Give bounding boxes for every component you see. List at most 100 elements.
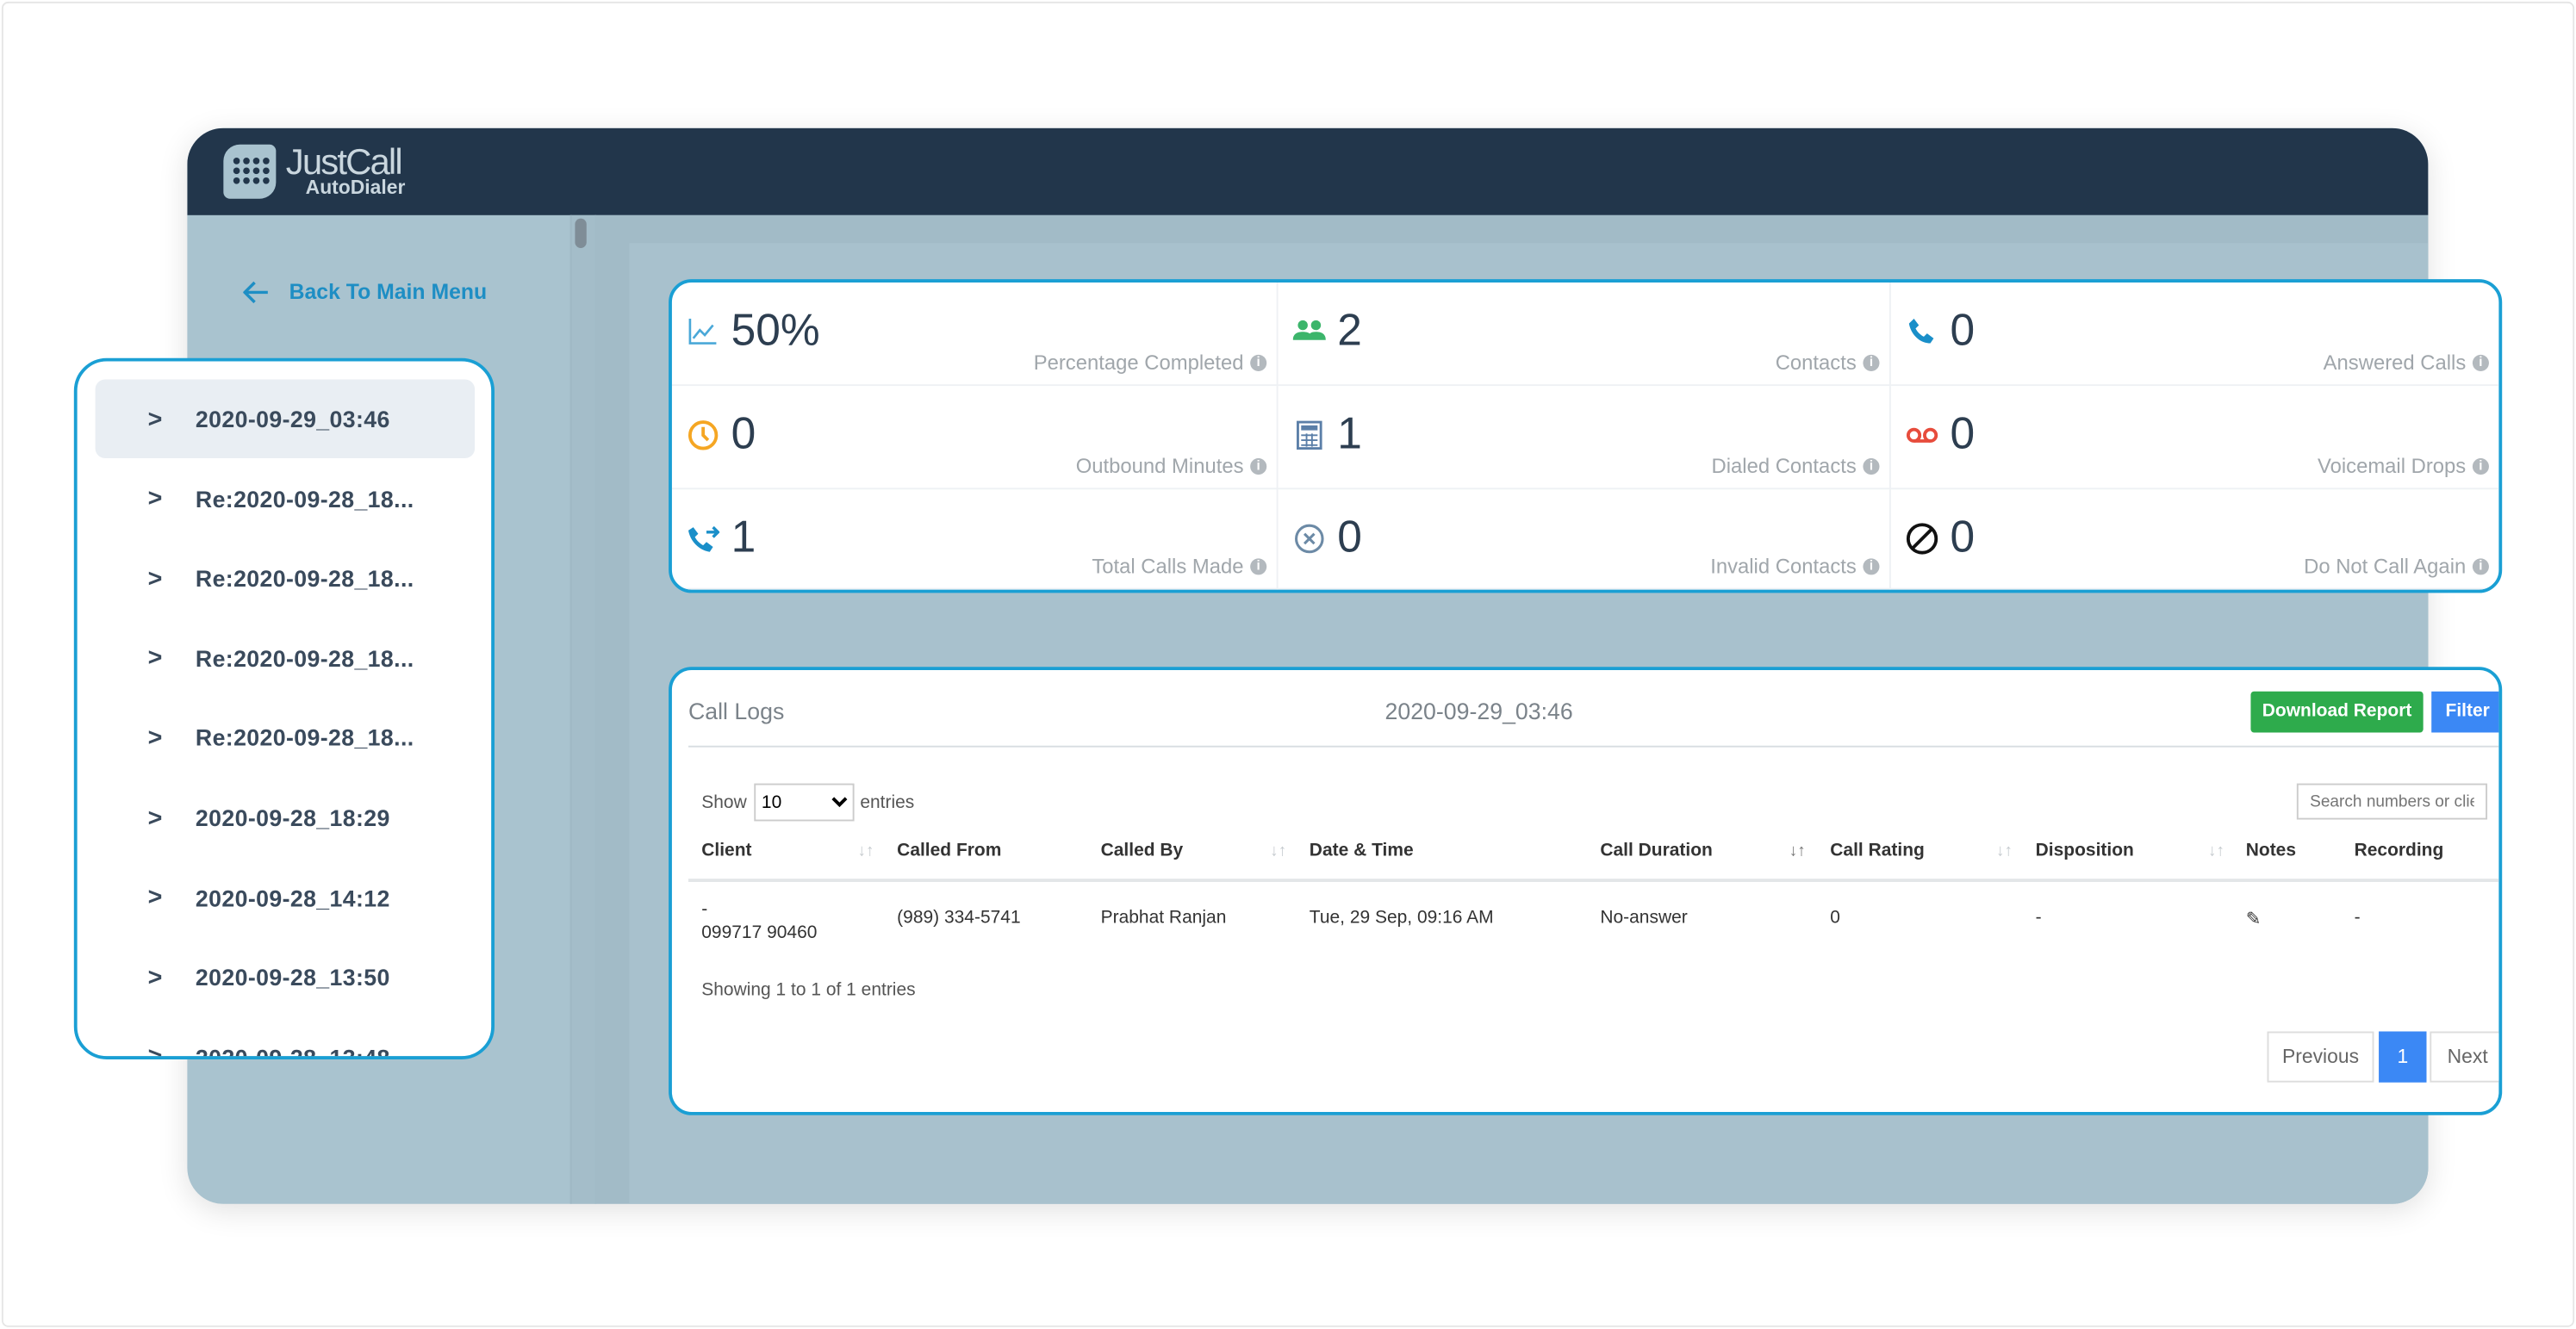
campaign-list-item[interactable]: >2020-09-28_18:29 — [96, 779, 475, 858]
sidebar-scrollbar[interactable] — [575, 218, 587, 248]
chevron-right-icon: > — [147, 884, 163, 912]
sidebar-divider — [569, 214, 597, 1204]
campaign-name: 2020-09-29_03:46 — [1384, 698, 1573, 724]
called-by: Prabhat Ranjan — [1100, 908, 1227, 928]
info-icon[interactable]: i — [1863, 558, 1880, 575]
stat-value: 0 — [1950, 305, 1976, 355]
stat-label: Dialed Contacts — [1711, 455, 1857, 478]
page-size-select[interactable]: 10 — [753, 783, 854, 822]
stat-value: 0 — [1337, 512, 1362, 562]
call-logs-card: Call Logs 2020-09-29_03:46 Download Repo… — [669, 667, 2503, 1115]
chart-line-icon — [688, 318, 717, 345]
previous-page-button[interactable]: Previous — [2267, 1031, 2374, 1083]
column-header[interactable]: Disposition — [2036, 841, 2134, 860]
stat-voicemail-drops: 0 Voicemail Drops i — [1890, 386, 2499, 490]
filter-button[interactable]: Filter — [2431, 691, 2499, 733]
stat-label: Do Not Call Again — [2304, 555, 2467, 579]
campaign-label: Re:2020-09-28_18... — [195, 645, 414, 672]
info-icon[interactable]: i — [2472, 458, 2489, 475]
ban-icon — [1906, 523, 1938, 555]
stat-value: 0 — [1950, 512, 1976, 562]
arrow-left-icon — [243, 280, 268, 303]
campaign-label: 2020-09-28_13:50 — [195, 964, 390, 991]
page-1-button[interactable]: 1 — [2379, 1031, 2427, 1083]
client-name: - — [701, 899, 708, 920]
sort-icon[interactable]: ↓↑ — [857, 842, 874, 860]
stat-percentage-completed: 50% Percentage Completed i — [671, 282, 1279, 387]
column-header[interactable]: Notes — [2246, 841, 2296, 860]
chevron-right-icon: > — [147, 405, 163, 433]
divider — [688, 745, 2499, 748]
column-header[interactable]: Recording — [2355, 841, 2444, 860]
campaign-label: Re:2020-09-28_18... — [195, 485, 414, 512]
entries-label: entries — [860, 792, 915, 812]
campaign-list-item[interactable]: >2020-09-28_13:50 — [96, 938, 475, 1017]
sort-icon[interactable]: ↓↑ — [1996, 842, 2013, 860]
date-time: Tue, 29 Sep, 09:16 AM — [1309, 908, 1494, 928]
next-page-button[interactable]: Next — [2430, 1031, 2499, 1083]
chevron-right-icon: > — [147, 1043, 163, 1059]
called-from: (989) 334-5741 — [897, 908, 1021, 928]
column-header[interactable]: Called By — [1101, 841, 1184, 860]
info-icon[interactable]: i — [1250, 458, 1267, 475]
keypad-logo-icon — [223, 144, 277, 199]
info-icon[interactable]: i — [1863, 458, 1880, 475]
campaign-label: 2020-09-29_03:46 — [195, 406, 390, 432]
stat-value: 50% — [731, 305, 820, 355]
campaign-list-item[interactable]: >2020-09-28_14:12 — [96, 859, 475, 938]
campaign-list-item[interactable]: > Re:2020-09-28_18... — [96, 459, 475, 538]
campaign-list-panel: >2020-09-29_03:46 > Re:2020-09-28_18... > Re… — [73, 357, 495, 1059]
call-rating: 0 — [1830, 908, 1840, 928]
phone-icon — [1908, 318, 1934, 344]
client-number: 099717 90460 — [701, 922, 818, 943]
column-header[interactable]: Called From — [897, 841, 1001, 860]
edit-note-icon[interactable]: ✎ — [2246, 909, 2262, 929]
campaign-label: 2020-09-28_14:12 — [195, 885, 390, 911]
campaign-label: Re:2020-09-28_18... — [195, 724, 414, 752]
campaign-label: 2020-09-28_18:29 — [195, 804, 390, 831]
info-icon[interactable]: i — [2472, 558, 2489, 575]
column-header[interactable]: Date & Time — [1310, 841, 1414, 860]
campaign-list-item[interactable]: > Re:2020-09-28_18... — [96, 539, 475, 618]
info-icon[interactable]: i — [1250, 354, 1267, 371]
info-icon[interactable]: i — [1250, 558, 1267, 575]
stat-label: Outbound Minutes — [1075, 455, 1244, 478]
back-to-main-menu-link[interactable]: Back To Main Menu — [243, 279, 487, 304]
column-header[interactable]: Client — [701, 841, 751, 860]
column-header[interactable]: Call Rating — [1830, 841, 1925, 860]
stat-do-not-call-again: 0 Do Not Call Again i — [1890, 489, 2499, 590]
calculator-icon — [1297, 420, 1322, 450]
campaign-list-item[interactable]: >2020-09-29_03:46 — [95, 379, 476, 459]
campaign-list-item[interactable]: > Re:2020-09-28_18... — [96, 619, 475, 699]
info-icon[interactable]: i — [1863, 354, 1880, 371]
campaign-list-item[interactable]: >2020-09-28_13:48 — [96, 1018, 475, 1059]
stat-value: 0 — [1950, 408, 1976, 459]
back-label: Back To Main Menu — [289, 279, 488, 304]
show-label: Show — [701, 792, 747, 812]
voicemail-icon — [1906, 427, 1938, 443]
download-report-button[interactable]: Download Report — [2250, 691, 2424, 733]
search-input[interactable] — [2296, 783, 2488, 820]
stat-answered-calls: 0 Answered Calls i — [1890, 283, 2499, 387]
clock-icon — [688, 420, 719, 450]
disposition: - — [2035, 908, 2042, 928]
chevron-right-icon: > — [147, 804, 163, 832]
chevron-right-icon: > — [147, 644, 163, 673]
campaign-label: 2020-09-28_13:48 — [195, 1044, 390, 1059]
header-divider — [688, 879, 2499, 883]
page-size-control: Show 10 entries — [701, 783, 915, 822]
stat-invalid-contacts: 0 Invalid Contacts i — [1278, 489, 1891, 590]
campaign-list-item[interactable]: > Re:2020-09-28_18... — [96, 699, 475, 778]
sort-icon[interactable]: ↓↑ — [2208, 842, 2224, 860]
users-icon — [1292, 320, 1326, 340]
stat-value: 1 — [731, 512, 756, 562]
product-name: AutoDialer — [305, 176, 406, 199]
info-icon[interactable]: i — [2472, 354, 2489, 371]
chevron-right-icon: > — [147, 723, 163, 753]
stat-label: Answered Calls — [2323, 351, 2467, 375]
column-header[interactable]: Call Duration — [1600, 841, 1713, 860]
sort-icon[interactable]: ↓↑ — [1270, 842, 1286, 860]
phone-outgoing-icon — [688, 525, 720, 552]
stat-contacts: 2 Contacts i — [1278, 282, 1891, 387]
sort-icon[interactable]: ↓↑ — [1789, 842, 1806, 860]
